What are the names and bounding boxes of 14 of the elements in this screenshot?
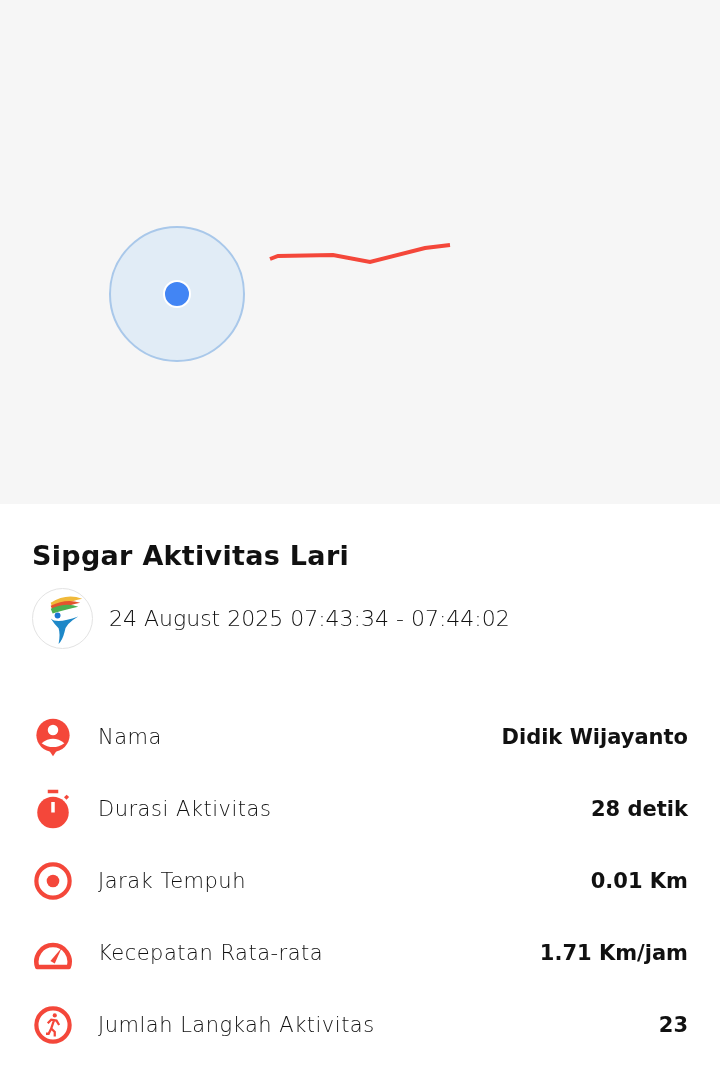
stat-label: Jarak Tempuh: [98, 867, 246, 895]
stat-value: 0.01 Km: [590, 867, 688, 895]
stat-label: Kecepatan Rata-rata: [98, 939, 324, 967]
stat-value: 28 detik: [591, 795, 688, 823]
stat-label: Jumlah Langkah Aktivitas: [98, 1011, 375, 1039]
stat-value: Didik Wijayanto: [501, 723, 688, 751]
stat-label: Nama: [98, 723, 162, 751]
target-icon: [32, 860, 74, 903]
stat-value: 23: [658, 1011, 688, 1039]
activity-title: Sipgar Aktivitas Lari: [32, 540, 351, 573]
stat-label: Durasi Aktivitas: [98, 795, 272, 823]
stat-value: 1.71 Km/jam: [539, 939, 688, 967]
time-range: 24 August 2025 07:43:34 - 07:44:02: [109, 605, 510, 634]
running-icon: [32, 1004, 74, 1047]
